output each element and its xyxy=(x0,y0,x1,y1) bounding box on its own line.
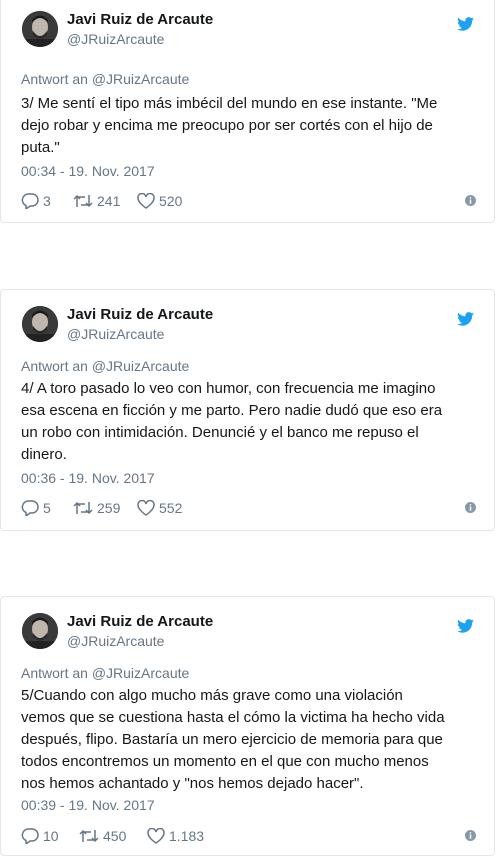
retweet-icon xyxy=(79,829,99,843)
tweet-timestamp[interactable]: 00:36 - 19. Nov. 2017 xyxy=(21,470,155,486)
tweet-actions: 3 241 520 xyxy=(21,191,476,211)
tweet-text-line: un robo con intimidación. Denuncié y el … xyxy=(21,424,419,441)
tweet-text: 4/ A toro pasado lo veo con humor, con f… xyxy=(21,378,483,466)
like-count: 520 xyxy=(159,193,183,209)
author-name[interactable]: Javi Ruiz de Arcaute xyxy=(67,306,213,323)
retweet-count: 241 xyxy=(97,193,121,209)
reply-count: 5 xyxy=(43,500,51,516)
retweet-icon xyxy=(73,194,93,208)
author-handle[interactable]: @JRuizArcaute xyxy=(67,326,164,342)
tweet-text: 3/ Me sentí el tipo más imbécil del mund… xyxy=(21,93,483,159)
twitter-bird-icon[interactable] xyxy=(457,619,474,633)
tweet-text: 5/Cuando con algo mucho más grave como u… xyxy=(21,685,483,795)
author-handle[interactable]: @JRuizArcaute xyxy=(67,633,164,649)
twitter-bird-icon[interactable] xyxy=(457,17,474,31)
like-button[interactable]: 552 xyxy=(137,498,182,518)
tweet-card[interactable]: Javi Ruiz de Arcaute @JRuizArcaute Antwo… xyxy=(0,0,495,223)
heart-icon xyxy=(137,193,155,209)
author-name[interactable]: Javi Ruiz de Arcaute xyxy=(67,613,213,630)
tweet-actions: 10 450 1.183 xyxy=(21,826,476,846)
tweet-actions: 5 259 552 xyxy=(21,498,476,518)
author-handle[interactable]: @JRuizArcaute xyxy=(67,31,164,47)
heart-icon xyxy=(147,828,165,844)
reply-count: 3 xyxy=(43,193,51,209)
reply-button[interactable]: 3 xyxy=(21,191,51,211)
info-icon[interactable] xyxy=(465,830,476,841)
reply-to-label[interactable]: Antwort an @JRuizArcaute xyxy=(21,358,189,374)
tweet-card[interactable]: Javi Ruiz de Arcaute @JRuizArcaute Antwo… xyxy=(0,596,495,856)
retweet-icon xyxy=(73,501,93,515)
tweet-text-line: 5/Cuando con algo mucho más grave como u… xyxy=(21,687,403,704)
avatar[interactable] xyxy=(22,306,58,342)
tweet-text-line: nos hemos achantado y "nos hemos dejado … xyxy=(21,775,364,792)
tweet-timestamp[interactable]: 00:34 - 19. Nov. 2017 xyxy=(21,163,155,179)
info-icon[interactable] xyxy=(465,502,476,513)
retweet-button[interactable]: 241 xyxy=(73,191,120,211)
avatar[interactable] xyxy=(22,613,58,649)
like-count: 552 xyxy=(159,500,183,516)
tweet-header: Javi Ruiz de Arcaute @JRuizArcaute xyxy=(1,597,494,659)
reply-to-label[interactable]: Antwort an @JRuizArcaute xyxy=(21,71,189,87)
like-count: 1.183 xyxy=(169,828,205,844)
reply-button[interactable]: 10 xyxy=(21,826,59,846)
heart-icon xyxy=(137,500,155,516)
tweet-text-line: puta." xyxy=(21,139,60,156)
reply-icon xyxy=(21,828,39,844)
tweet-text-line: 4/ A toro pasado lo veo con humor, con f… xyxy=(21,380,436,397)
twitter-bird-icon[interactable] xyxy=(457,312,474,326)
tweet-text-line: esa escena en ficción y me parto. Pero n… xyxy=(21,402,443,419)
like-button[interactable]: 520 xyxy=(137,191,182,211)
tweet-text-line: después, flipo. Bastaría un mero ejercic… xyxy=(21,731,443,748)
reply-icon xyxy=(21,193,39,209)
tweet-header: Javi Ruiz de Arcaute @JRuizArcaute xyxy=(1,0,494,57)
tweet-header: Javi Ruiz de Arcaute @JRuizArcaute xyxy=(1,290,494,352)
author-name[interactable]: Javi Ruiz de Arcaute xyxy=(67,11,213,28)
tweet-timestamp[interactable]: 00:39 - 19. Nov. 2017 xyxy=(21,797,155,813)
tweet-text-line: vemos que se cuestiona hasta el cómo la … xyxy=(21,709,445,726)
tweet-card[interactable]: Javi Ruiz de Arcaute @JRuizArcaute Antwo… xyxy=(0,289,495,531)
retweet-count: 450 xyxy=(103,828,127,844)
like-button[interactable]: 1.183 xyxy=(147,826,204,846)
tweet-text-line: dejo robar y encima me preocupo por ser … xyxy=(21,117,433,134)
reply-to-label[interactable]: Antwort an @JRuizArcaute xyxy=(21,665,189,681)
tweet-text-line: dinero. xyxy=(21,446,67,463)
retweet-button[interactable]: 450 xyxy=(79,826,126,846)
tweet-text-line: 3/ Me sentí el tipo más imbécil del mund… xyxy=(21,95,438,112)
retweet-count: 259 xyxy=(97,500,121,516)
retweet-button[interactable]: 259 xyxy=(73,498,120,518)
avatar[interactable] xyxy=(22,11,58,47)
reply-count: 10 xyxy=(43,828,59,844)
reply-icon xyxy=(21,500,39,516)
reply-button[interactable]: 5 xyxy=(21,498,51,518)
info-icon[interactable] xyxy=(465,195,476,206)
tweet-text-line: todos encontremos un momento en el que c… xyxy=(21,753,429,770)
